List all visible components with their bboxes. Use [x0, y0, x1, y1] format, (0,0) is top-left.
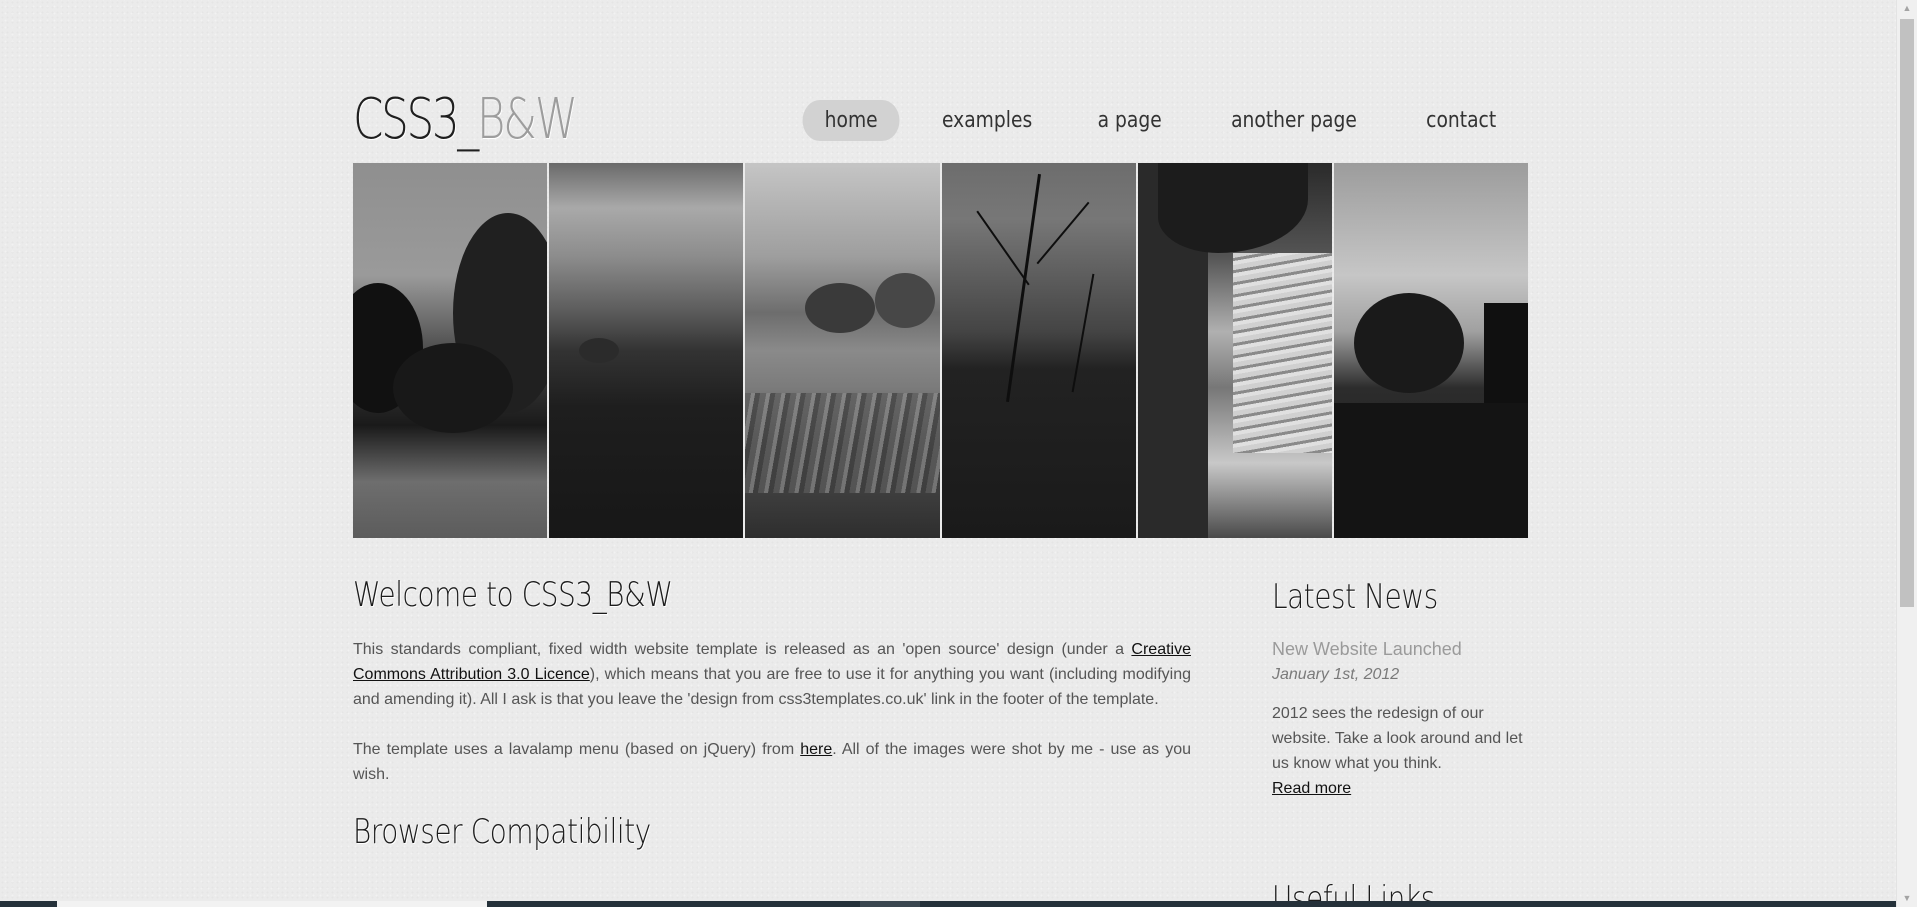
intro-paragraph: This standards compliant, fixed width we…: [353, 637, 1191, 712]
sidebar: Latest News New Website Launched January…: [1272, 577, 1528, 801]
site-logo[interactable]: CSS3_B&W: [353, 84, 578, 156]
nav-item-contact[interactable]: contact: [1404, 100, 1518, 141]
scroll-down-arrow-icon[interactable]: ▼: [1897, 890, 1917, 907]
lavalamp-paragraph: The template uses a lavalamp menu (based…: [353, 737, 1191, 787]
intro-text-1: This standards compliant, fixed width we…: [353, 641, 1132, 658]
page: CSS3_B&W home examples a page another pa…: [0, 0, 1897, 907]
banner-image-church: [1333, 163, 1529, 538]
banner-image-branches: [941, 163, 1136, 538]
vertical-scrollbar[interactable]: ▲ ▼: [1896, 0, 1917, 907]
banner-image-stone-wall: [1137, 163, 1332, 538]
browser-compatibility-heading: Browser Compatibility: [353, 812, 651, 852]
nav-item-examples[interactable]: examples: [920, 100, 1054, 141]
bottom-strip: [0, 901, 1897, 907]
news-item-date: January 1st, 2012: [1272, 666, 1400, 683]
banner-image-ruins: [745, 163, 940, 538]
nav-item-another-page[interactable]: another page: [1209, 100, 1379, 141]
latest-news-heading: Latest News: [1272, 577, 1438, 617]
main-nav: home examples a page another page contac…: [794, 100, 1528, 141]
banner-image-trees: [353, 163, 548, 538]
main-content: Welcome to CSS3_B&W This standards compl…: [353, 575, 1191, 852]
read-more-link[interactable]: Read more: [1272, 780, 1351, 797]
scroll-up-arrow-icon[interactable]: ▲: [1897, 0, 1917, 17]
news-item-body: 2012 sees the redesign of our website. T…: [1272, 705, 1523, 772]
nav-item-a-page[interactable]: a page: [1076, 100, 1184, 141]
scrollbar-thumb[interactable]: [1900, 19, 1914, 607]
logo-light-text: B&W: [476, 87, 578, 152]
lavalamp-text-1: The template uses a lavalamp menu (based…: [353, 741, 801, 758]
banner-image-field: [549, 163, 744, 538]
page-title: Welcome to CSS3_B&W: [353, 575, 673, 615]
news-item-title: New Website Launched: [1272, 639, 1462, 659]
here-link[interactable]: here: [800, 741, 832, 758]
image-banner: [353, 163, 1529, 538]
logo-dark-text: CSS3_: [353, 87, 479, 152]
nav-item-home[interactable]: home: [802, 100, 900, 141]
